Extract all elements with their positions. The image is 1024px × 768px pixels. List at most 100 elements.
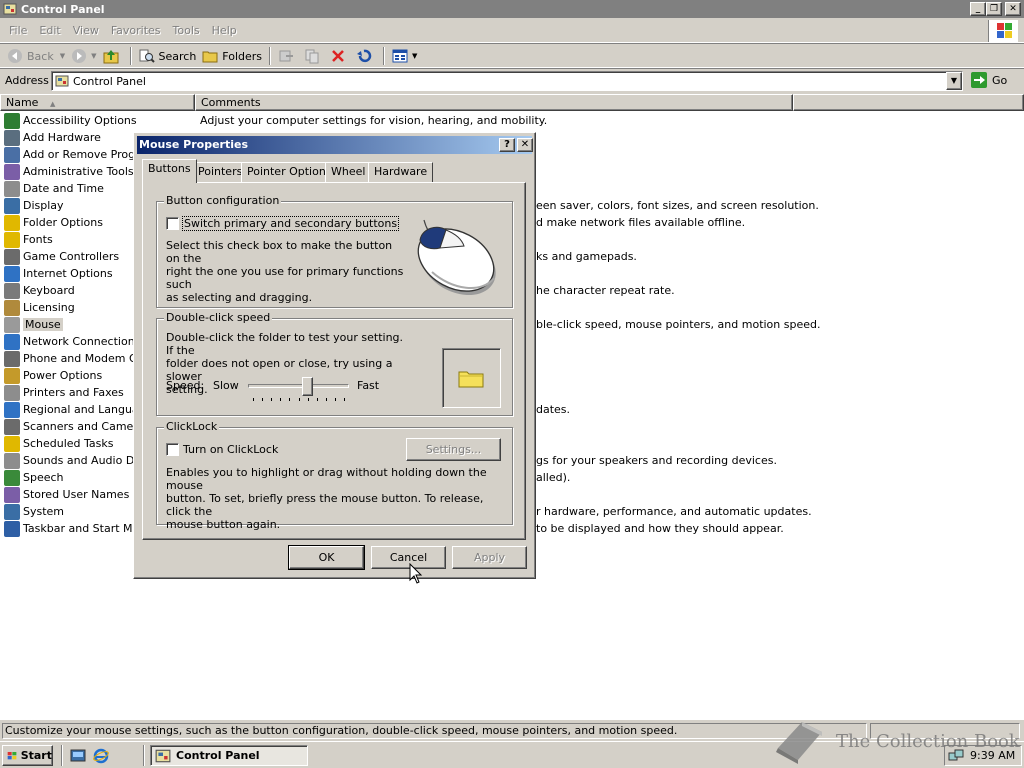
slider-tick [344, 398, 345, 401]
clicklock-settings-button[interactable]: Settings... [406, 438, 501, 461]
clicklock-checkbox[interactable] [166, 443, 179, 456]
list-item[interactable]: Keyboard [4, 282, 75, 299]
restore-button[interactable]: ❐ [986, 2, 1002, 16]
forward-dropdown-icon[interactable]: ▼ [91, 52, 96, 60]
clicklock-checkbox-row[interactable]: Turn on ClickLock [166, 443, 278, 456]
internet-explorer-icon[interactable] [93, 748, 109, 764]
show-desktop-icon[interactable] [70, 748, 86, 764]
tab-wheel[interactable]: Wheel [325, 162, 372, 182]
list-item[interactable]: System [4, 503, 64, 520]
start-button[interactable]: Start [2, 745, 53, 766]
tab-pointers[interactable]: Pointers [192, 162, 249, 182]
copy-to-button[interactable] [301, 45, 327, 67]
list-item[interactable]: Mouse [4, 316, 63, 333]
go-arrow-icon [971, 72, 987, 88]
list-item[interactable]: Game Controllers [4, 248, 119, 265]
list-item[interactable]: Regional and Language [4, 401, 152, 418]
tab-hardware[interactable]: Hardware [368, 162, 434, 182]
list-item[interactable]: Administrative Tools [4, 163, 134, 180]
forward-arrow-icon [72, 49, 87, 63]
help-button[interactable]: ? [499, 138, 515, 152]
window-title-bar[interactable]: Control Panel _ ❐ ✕ [0, 0, 1024, 18]
apply-button[interactable]: Apply [452, 546, 527, 569]
forward-button[interactable]: ▼ [68, 45, 99, 67]
switch-buttons-checkbox-row[interactable]: Switch primary and secondary buttons [166, 216, 400, 231]
list-item[interactable]: Date and Time [4, 180, 104, 197]
list-item[interactable]: Folder Options [4, 214, 103, 231]
speed-label: Speed: [166, 379, 205, 392]
item-icon [4, 435, 20, 452]
list-item[interactable]: Printers and Faxes [4, 384, 124, 401]
test-folder-area[interactable] [442, 348, 501, 408]
double-click-speed-slider[interactable] [248, 377, 349, 402]
column-header-name[interactable]: Name ▲ [0, 94, 195, 111]
menu-edit[interactable]: Edit [33, 24, 66, 37]
list-item[interactable]: Sounds and Audio Dev [4, 452, 148, 469]
list-item[interactable]: Add Hardware [4, 129, 101, 146]
list-item[interactable]: Display [4, 197, 64, 214]
folder-icon[interactable] [458, 368, 484, 388]
item-name: Add Hardware [23, 131, 101, 144]
item-icon [4, 316, 20, 333]
mouse-pointer-icon [409, 563, 423, 584]
item-name: Mouse [23, 318, 63, 331]
minimize-button[interactable]: _ [970, 2, 986, 16]
watermark-text: The Collection Book [836, 730, 1020, 752]
slider-tick [280, 398, 281, 401]
taskbar-button-control-panel[interactable]: Control Panel [150, 745, 308, 766]
column-header-empty[interactable] [793, 94, 1024, 111]
list-item[interactable]: Stored User Names and [4, 486, 154, 503]
list-item[interactable]: Add or Remove Progra [4, 146, 146, 163]
tab-hardware-label: Hardware [374, 165, 428, 178]
dialog-close-button[interactable]: ✕ [517, 138, 533, 152]
folders-button[interactable]: Folders [199, 45, 265, 67]
sort-ascending-icon: ▲ [49, 100, 56, 108]
watermark: The Collection Book [772, 718, 1020, 764]
item-comment: alled). [536, 471, 571, 484]
tab-buttons[interactable]: Buttons [142, 159, 197, 183]
list-item[interactable]: Internet Options [4, 265, 113, 282]
item-name: Taskbar and Start Men [23, 522, 147, 535]
address-dropdown-button[interactable]: ▼ [946, 72, 962, 90]
column-header-comments[interactable]: Comments [195, 94, 793, 111]
back-dropdown-icon[interactable]: ▼ [60, 52, 65, 60]
views-button[interactable]: ▼ [389, 45, 420, 67]
menu-view[interactable]: View [67, 24, 105, 37]
ok-button[interactable]: OK [288, 545, 365, 570]
undo-button[interactable] [353, 45, 379, 67]
slider-thumb[interactable] [302, 377, 313, 396]
search-button[interactable]: Search [136, 45, 200, 67]
address-input[interactable]: Control Panel ▼ [51, 71, 963, 91]
list-item[interactable]: Taskbar and Start Men [4, 520, 146, 537]
list-item[interactable]: Power Options [4, 367, 102, 384]
list-item[interactable]: Phone and Modem Opt [4, 350, 149, 367]
item-icon [4, 112, 20, 129]
list-item[interactable]: Scanners and Cameras [4, 418, 150, 435]
menu-file[interactable]: File [3, 24, 33, 37]
list-item[interactable]: Scheduled Tasks [4, 435, 114, 452]
move-to-button[interactable] [275, 45, 301, 67]
up-folder-button[interactable] [100, 45, 126, 67]
item-icon [4, 146, 20, 163]
list-item[interactable]: Network Connections [4, 333, 140, 350]
mouse-image-icon [417, 219, 496, 296]
item-icon [4, 350, 20, 367]
dialog-title-bar[interactable]: Mouse Properties ? ✕ [137, 136, 533, 154]
menu-help[interactable]: Help [206, 24, 243, 37]
desc-line: as selecting and dragging. [166, 291, 313, 304]
switch-buttons-checkbox[interactable] [166, 217, 179, 230]
go-button[interactable]: Go [970, 71, 1007, 89]
item-icon [4, 197, 20, 214]
list-item[interactable]: Licensing [4, 299, 75, 316]
list-item[interactable]: Accessibility Options [4, 112, 137, 129]
tab-pointer-options[interactable]: Pointer Options [241, 162, 338, 182]
close-button[interactable]: ✕ [1005, 2, 1021, 16]
item-name: Administrative Tools [23, 165, 134, 178]
menu-tools[interactable]: Tools [167, 24, 206, 37]
back-button[interactable]: Back ▼ [4, 45, 68, 67]
list-item[interactable]: Fonts [4, 231, 53, 248]
list-item[interactable]: Speech [4, 469, 64, 486]
item-name: Fonts [23, 233, 53, 246]
delete-button[interactable] [327, 45, 353, 67]
menu-favorites[interactable]: Favorites [105, 24, 167, 37]
